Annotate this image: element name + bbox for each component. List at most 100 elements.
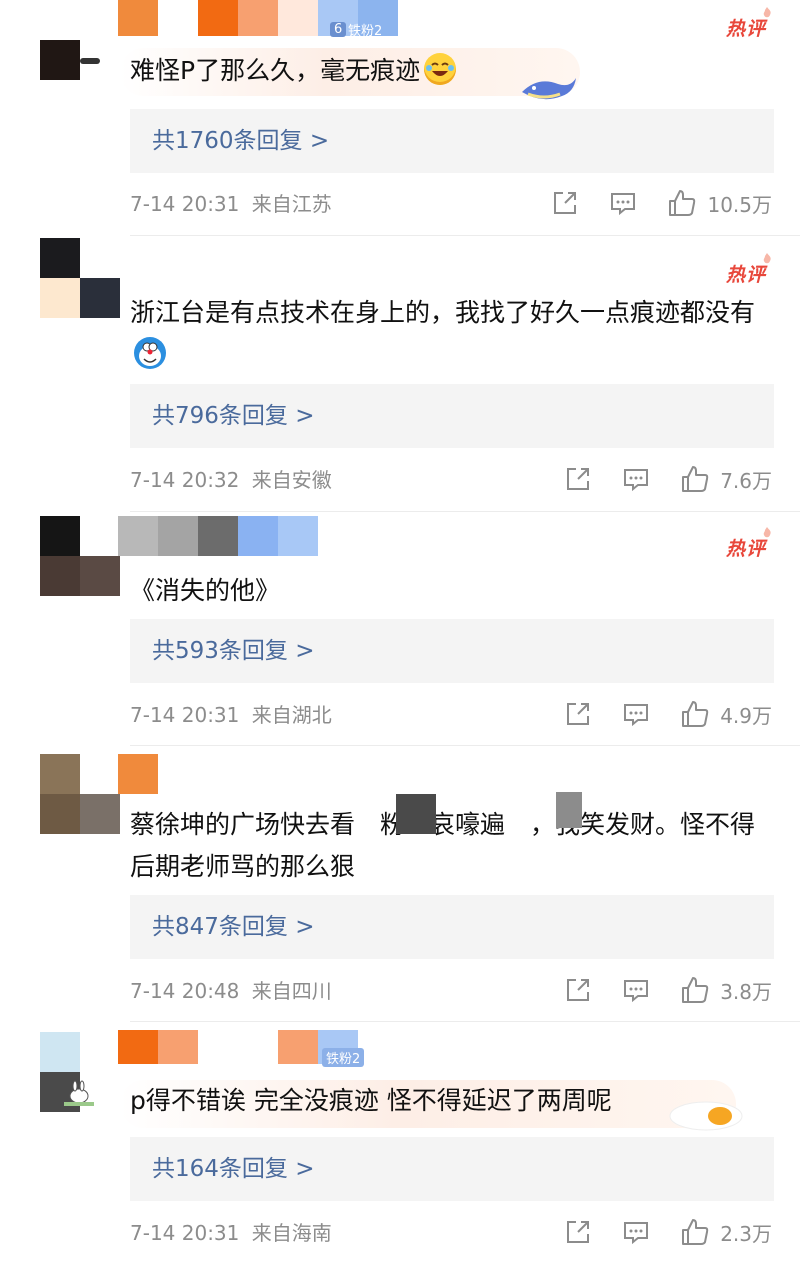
location: 来自海南 bbox=[251, 1221, 332, 1245]
share-button[interactable] bbox=[564, 976, 592, 1004]
like-button[interactable]: 10.5万 bbox=[667, 188, 772, 218]
comment-item: 热评 《消失的他》 共593条回复 > 7-14 20:31 来自湖北 4.9万 bbox=[0, 512, 800, 746]
comment-icon bbox=[611, 193, 636, 216]
share-icon bbox=[567, 1221, 590, 1243]
like-button[interactable]: 2.3万 bbox=[680, 1217, 772, 1247]
replies-count[interactable]: 共796条回复 > bbox=[152, 384, 314, 448]
replies-button[interactable]: 共164条回复 > bbox=[130, 1137, 774, 1201]
timestamp: 7-14 20:32 bbox=[130, 468, 240, 492]
hot-comment-badge: 热评 bbox=[726, 7, 771, 41]
replies-button[interactable]: 共796条回复 > bbox=[130, 384, 774, 448]
share-icon bbox=[554, 192, 577, 214]
share-button[interactable] bbox=[551, 189, 579, 217]
like-button[interactable]: 4.9万 bbox=[680, 699, 772, 729]
replies-button[interactable]: 共847条回复 > bbox=[130, 895, 774, 959]
timestamp: 7-14 20:31 bbox=[130, 703, 240, 727]
like-count: 3.8万 bbox=[720, 979, 772, 1004]
share-icon bbox=[567, 979, 590, 1001]
fan-badge: 铁粉2 bbox=[322, 1048, 365, 1067]
share-button[interactable] bbox=[564, 1218, 592, 1246]
comment-button[interactable] bbox=[609, 189, 637, 217]
avatar[interactable] bbox=[40, 40, 120, 120]
location: 来自江苏 bbox=[251, 192, 332, 216]
flame-icon bbox=[763, 527, 771, 538]
replies-button[interactable]: 共593条回复 > bbox=[130, 619, 774, 683]
comment-button[interactable] bbox=[622, 700, 650, 728]
comment-icon bbox=[624, 980, 649, 1003]
comment-icon bbox=[624, 469, 649, 492]
replies-count[interactable]: 共1760条回复 > bbox=[152, 109, 329, 173]
laugh-cry-emoji-icon bbox=[424, 53, 457, 85]
share-icon bbox=[567, 703, 590, 725]
share-button[interactable] bbox=[564, 465, 592, 493]
comment-text-content: 浙江台是有点技术在身上的，我找了好久一点痕迹都没有 bbox=[130, 298, 756, 327]
comment-text: 难怪P了那么久，毫无痕迹 bbox=[130, 50, 760, 92]
comment-actions: 4.9万 bbox=[534, 699, 772, 729]
comment-text-content: p得不错诶 完全没痕迹 怪不得延迟了两周呢 bbox=[130, 1086, 612, 1115]
comment-item: 蔡徐坤的广场快去看 粉丝哀嚎遍 ，我笑发财。怪不得后期老师骂的那么狠 共847条… bbox=[0, 746, 800, 1022]
like-count: 10.5万 bbox=[707, 192, 772, 217]
comment-actions: 7.6万 bbox=[534, 464, 772, 494]
comment-text-content: 难怪P了那么久，毫无痕迹 bbox=[130, 56, 421, 85]
username-mosaic[interactable] bbox=[118, 754, 158, 794]
level-badge: 6 bbox=[330, 22, 347, 37]
like-icon bbox=[682, 1219, 709, 1245]
comment-meta: 7-14 20:48 来自四川 bbox=[130, 977, 332, 1005]
comment-meta: 7-14 20:31 来自湖北 bbox=[130, 701, 332, 729]
timestamp: 7-14 20:48 bbox=[130, 979, 240, 1003]
like-button[interactable]: 3.8万 bbox=[680, 975, 772, 1005]
comment-text: 蔡徐坤的广场快去看 粉丝哀嚎遍 ，我笑发财。怪不得后期老师骂的那么狠 bbox=[130, 804, 760, 888]
comment-text-content: 《消失的他》 bbox=[130, 576, 281, 605]
replies-button[interactable]: 共1760条回复 > bbox=[130, 109, 774, 173]
comment-button[interactable] bbox=[622, 976, 650, 1004]
hot-comment-badge: 热评 bbox=[726, 527, 771, 561]
avatar[interactable] bbox=[40, 236, 120, 318]
comment-actions: 2.3万 bbox=[534, 1217, 772, 1247]
flame-icon bbox=[763, 253, 771, 264]
comment-item: 6 铁粉2 热评 难怪P了那么久，毫无痕迹 共1760条回复 > 7-14 20… bbox=[0, 0, 800, 236]
avatar[interactable] bbox=[40, 754, 120, 834]
comment-item: 热评 浙江台是有点技术在身上的，我找了好久一点痕迹都没有 共796条回复 > 7… bbox=[0, 236, 800, 512]
comment-meta: 7-14 20:32 来自安徽 bbox=[130, 466, 332, 494]
doraemon-emoji-icon bbox=[134, 337, 166, 369]
avatar[interactable] bbox=[40, 1032, 120, 1112]
location: 来自四川 bbox=[251, 979, 332, 1003]
comment-button[interactable] bbox=[622, 465, 650, 493]
rabbit-icon bbox=[64, 1080, 94, 1106]
avatar[interactable] bbox=[40, 516, 120, 596]
location: 来自安徽 bbox=[251, 468, 332, 492]
location: 来自湖北 bbox=[251, 703, 332, 727]
comment-meta: 7-14 20:31 来自海南 bbox=[130, 1219, 332, 1247]
like-count: 2.3万 bbox=[720, 1221, 772, 1246]
comment-actions: 10.5万 bbox=[521, 188, 772, 218]
comment-text-content: 蔡徐坤的广场快去看 粉丝哀嚎遍 ，我笑发财。怪不得后期老师骂的那么狠 bbox=[130, 810, 756, 881]
like-button[interactable]: 7.6万 bbox=[680, 464, 772, 494]
fan-badge: 铁粉2 bbox=[348, 24, 383, 39]
flame-icon bbox=[763, 7, 771, 18]
share-icon bbox=[567, 468, 590, 490]
comment-button[interactable] bbox=[622, 1218, 650, 1246]
censor-mosaic bbox=[396, 794, 436, 834]
whale-sticker-icon bbox=[522, 78, 576, 100]
fried-egg-sticker-icon bbox=[669, 1101, 743, 1131]
share-button[interactable] bbox=[564, 700, 592, 728]
like-count: 7.6万 bbox=[720, 468, 772, 493]
like-icon bbox=[669, 190, 696, 216]
replies-count[interactable]: 共593条回复 > bbox=[152, 619, 314, 683]
censor-mosaic bbox=[556, 792, 582, 828]
comment-text: 《消失的他》 bbox=[130, 570, 760, 612]
replies-count[interactable]: 共164条回复 > bbox=[152, 1137, 314, 1201]
comment-text: p得不错诶 完全没痕迹 怪不得延迟了两周呢 bbox=[130, 1080, 760, 1122]
comment-meta: 7-14 20:31 来自江苏 bbox=[130, 190, 332, 218]
comment-icon bbox=[624, 704, 649, 727]
like-icon bbox=[682, 977, 709, 1003]
comment-text: 浙江台是有点技术在身上的，我找了好久一点痕迹都没有 bbox=[130, 292, 760, 376]
timestamp: 7-14 20:31 bbox=[130, 192, 240, 216]
timestamp: 7-14 20:31 bbox=[130, 1221, 240, 1245]
like-count: 4.9万 bbox=[720, 703, 772, 728]
replies-count[interactable]: 共847条回复 > bbox=[152, 895, 314, 959]
username-mosaic[interactable] bbox=[118, 516, 318, 556]
comment-icon bbox=[624, 1222, 649, 1245]
comment-actions: 3.8万 bbox=[534, 975, 772, 1005]
hot-comment-badge: 热评 bbox=[726, 253, 771, 287]
